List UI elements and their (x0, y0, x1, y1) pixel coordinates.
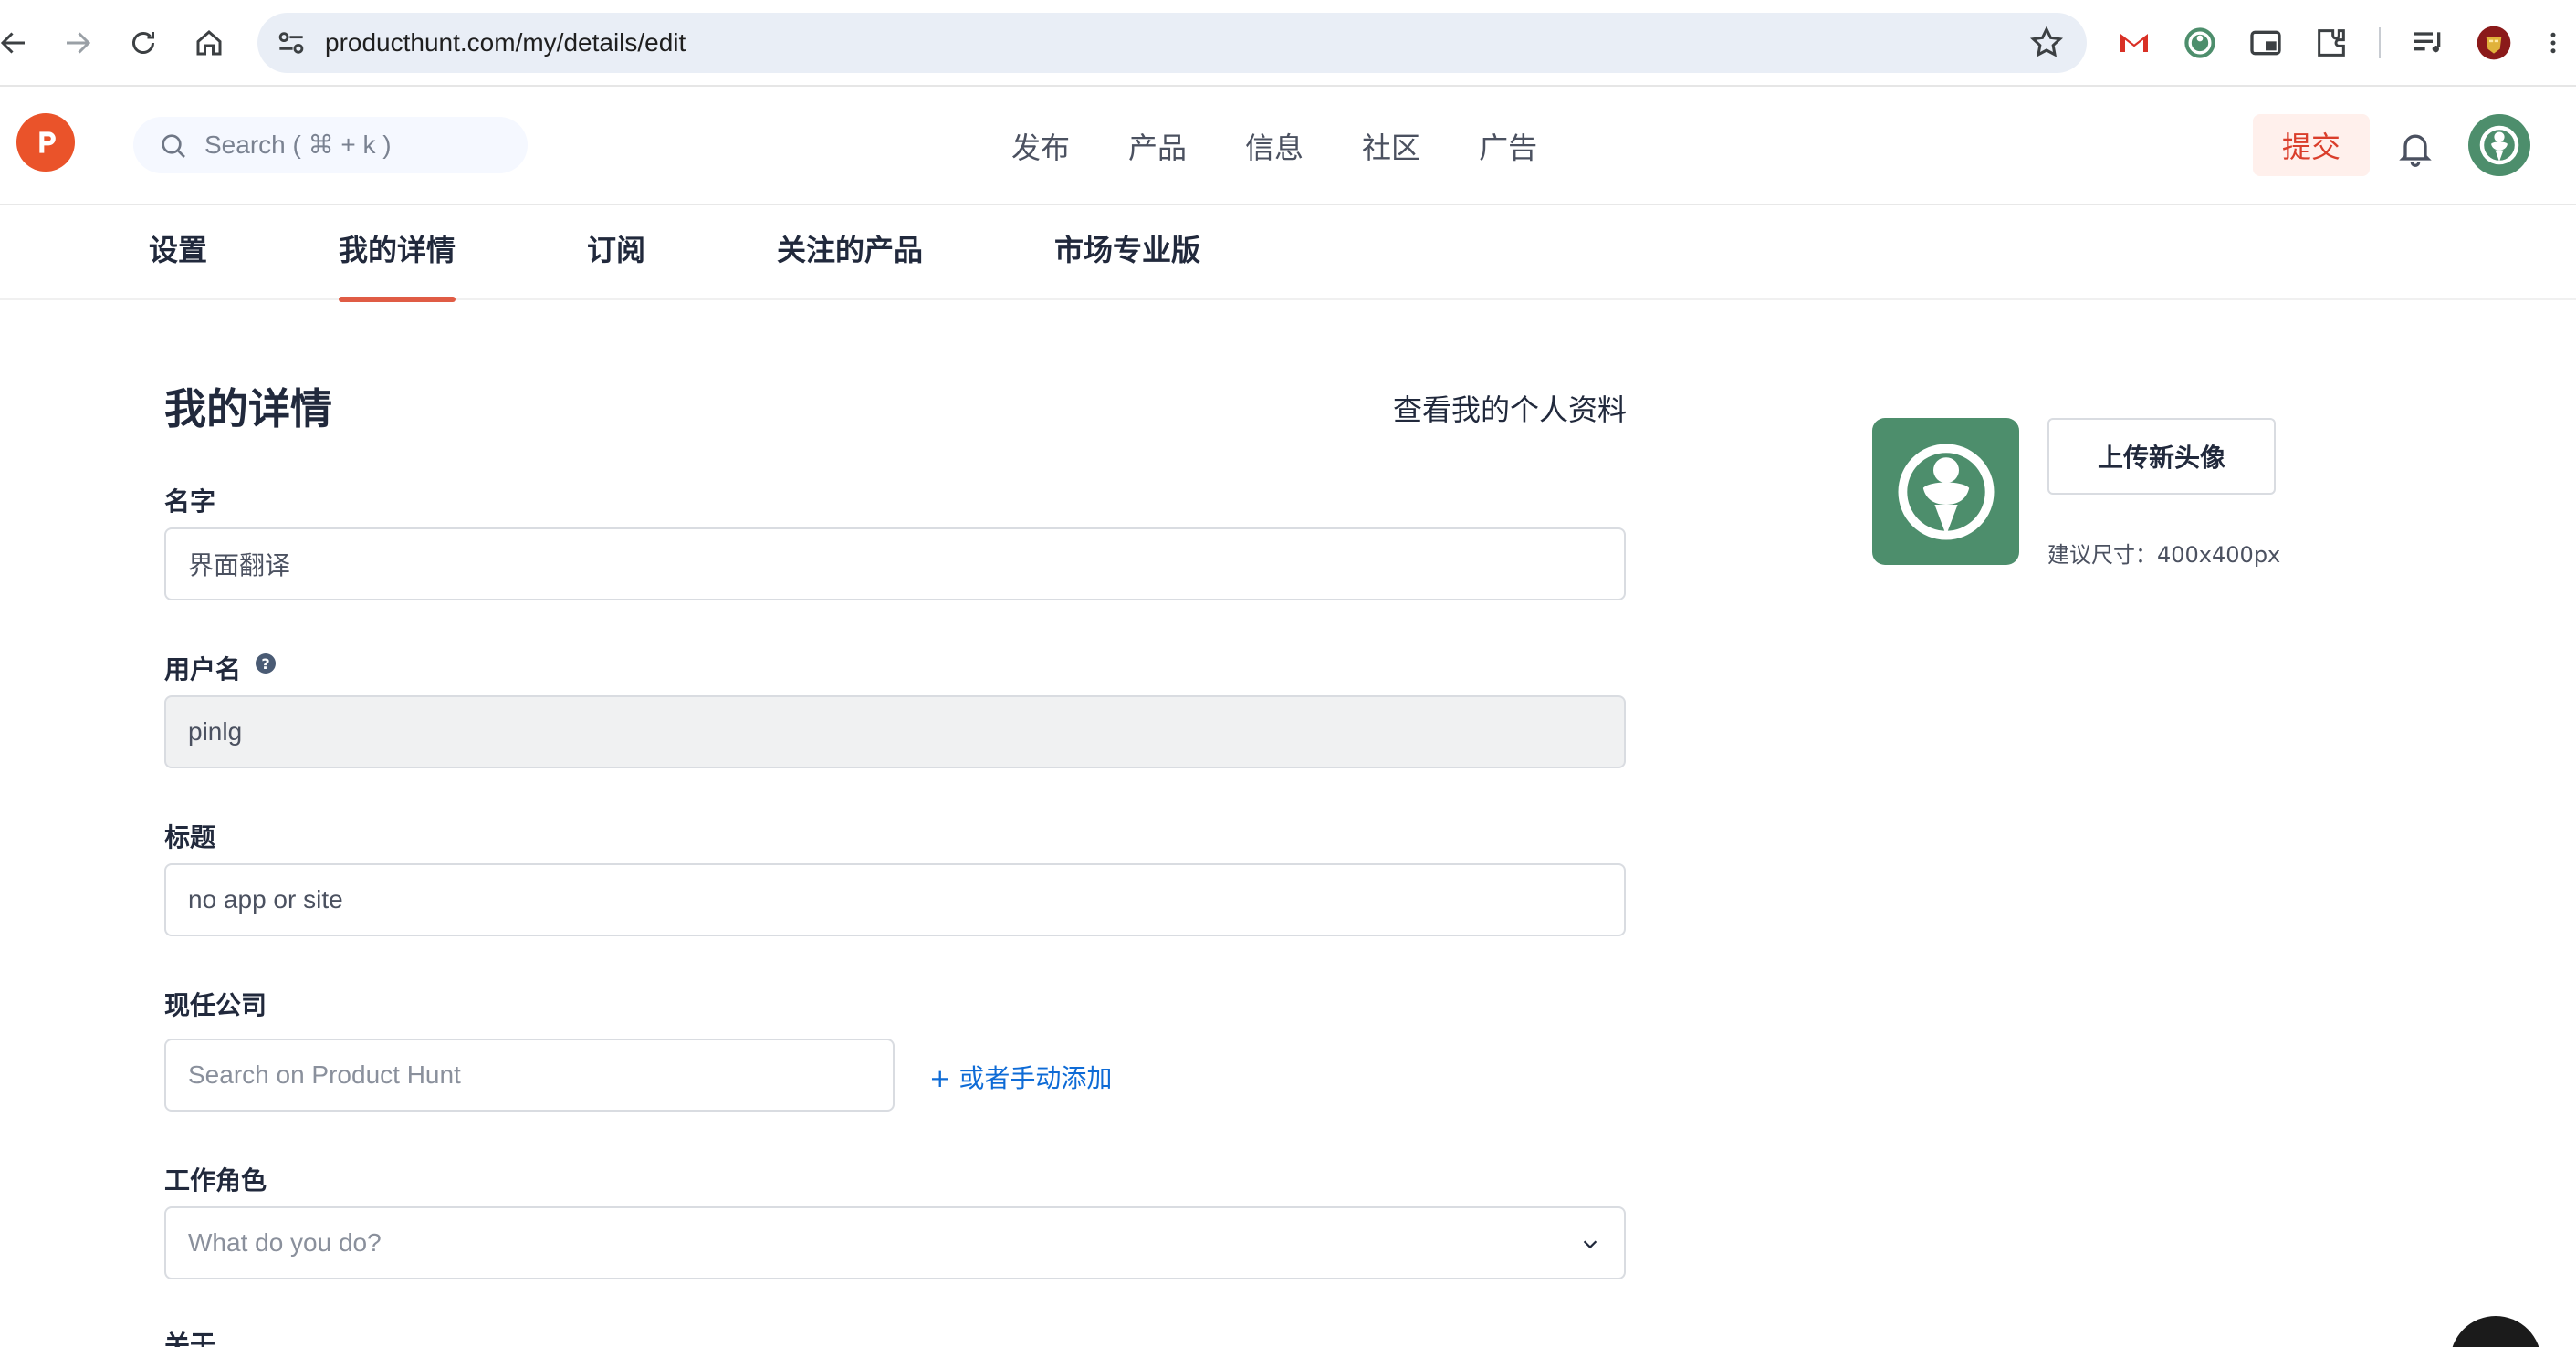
profile-avatar-icon[interactable] (2473, 22, 2515, 64)
extensions-puzzle-icon[interactable] (2310, 22, 2352, 64)
reload-icon[interactable] (120, 20, 166, 66)
nav-launches[interactable]: 发布 (1011, 125, 1070, 167)
job-role-label: 工作角色 (164, 1165, 267, 1196)
company-search-input[interactable] (164, 1039, 895, 1112)
company-label: 现任公司 (164, 990, 267, 1020)
browser-menu-icon[interactable] (2539, 22, 2567, 64)
upload-avatar-button[interactable]: 上传新头像 (2047, 418, 2276, 495)
site-header: 发布 产品 信息 社区 广告 提交 (0, 87, 2576, 205)
username-field (164, 695, 1626, 768)
chat-widget-button[interactable] (2450, 1316, 2541, 1347)
nav-advertise[interactable]: 广告 (1479, 125, 1537, 167)
avatar-logo-icon (1898, 444, 1994, 539)
address-bar[interactable]: producthunt.com/my/details/edit (257, 13, 2087, 73)
notifications-bell-icon[interactable] (2395, 128, 2435, 168)
reading-list-icon[interactable] (2407, 22, 2449, 64)
translate-extension-icon[interactable] (2179, 22, 2221, 64)
site-settings-icon[interactable] (274, 26, 309, 60)
add-company-manually-link[interactable]: + 或者手动添加 (929, 1059, 1112, 1095)
tab-followed-products[interactable]: 关注的产品 (777, 205, 923, 300)
headline-label: 标题 (164, 822, 216, 852)
name-label: 名字 (164, 486, 216, 517)
main-nav: 发布 产品 信息 社区 广告 (1011, 87, 1596, 205)
product-hunt-logo[interactable] (16, 113, 75, 172)
search-icon (162, 134, 185, 158)
view-profile-link[interactable]: 查看我的个人资料 (1393, 387, 1627, 429)
bookmark-star-icon[interactable] (2028, 25, 2065, 61)
search-box[interactable] (133, 117, 528, 173)
nav-community[interactable]: 社区 (1362, 125, 1420, 167)
tab-subscriptions[interactable]: 订阅 (587, 205, 645, 300)
headline-field[interactable] (164, 863, 1626, 936)
forward-icon[interactable] (55, 20, 100, 66)
avatar-size-hint: 建议尺寸：400x400px (2047, 542, 2281, 568)
page-title: 我的详情 (164, 384, 332, 433)
nav-news[interactable]: 信息 (1245, 125, 1304, 167)
help-icon[interactable]: ? (256, 653, 276, 674)
tab-marketplace-pro[interactable]: 市场专业版 (1054, 205, 1200, 300)
profile-avatar-preview (1872, 418, 2019, 565)
gmail-icon[interactable] (2113, 22, 2155, 64)
about-label: 关于 (164, 1330, 216, 1347)
url-text: producthunt.com/my/details/edit (325, 28, 686, 57)
toolbar-divider (2379, 27, 2381, 58)
username-label: 用户名 (164, 654, 242, 684)
tab-my-details[interactable]: 我的详情 (339, 205, 456, 302)
home-icon[interactable] (186, 20, 232, 66)
tab-settings[interactable]: 设置 (149, 205, 207, 300)
submit-button[interactable]: 提交 (2253, 114, 2370, 176)
search-input[interactable] (204, 117, 515, 173)
job-role-select[interactable]: What do you do? (164, 1206, 1626, 1279)
name-field[interactable] (164, 527, 1626, 600)
settings-tabs: 设置 我的详情 订阅 关注的产品 市场专业版 (0, 205, 2576, 302)
browser-toolbar: producthunt.com/my/details/edit (0, 0, 2576, 87)
nav-products[interactable]: 产品 (1128, 125, 1187, 167)
user-avatar-logo-icon (2479, 125, 2519, 165)
picture-in-picture-icon[interactable] (2245, 22, 2287, 64)
user-avatar[interactable] (2468, 114, 2530, 176)
chevron-down-icon (1583, 1240, 1597, 1249)
job-role-placeholder: What do you do? (188, 1228, 382, 1257)
back-icon[interactable] (0, 20, 37, 66)
